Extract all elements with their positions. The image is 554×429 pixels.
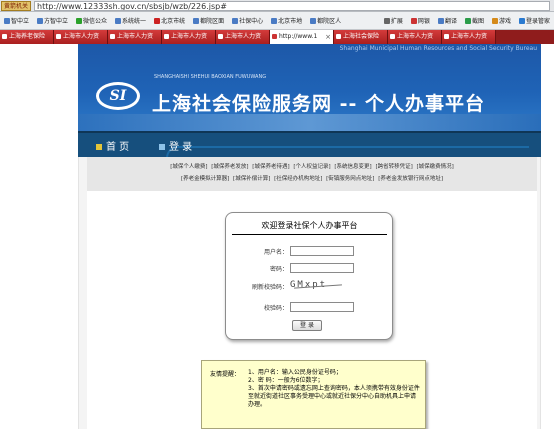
- password-input[interactable]: [290, 263, 354, 273]
- bookmark-icon: [115, 17, 122, 24]
- tab-label: http://www.1: [279, 33, 318, 40]
- verify-label: 校验码：: [263, 304, 288, 312]
- right-gutter: [537, 157, 541, 429]
- browser-tab[interactable]: 上海社会保险: [334, 30, 388, 44]
- grid-icon: [383, 17, 390, 24]
- si-logo: SI: [96, 82, 140, 110]
- quick-links: [城保个人缴费] [城保养老发放] [城保养老待遇] [个人权益记录] [系统信…: [87, 157, 537, 191]
- bookmark-icon: [154, 17, 161, 24]
- url-input[interactable]: http://www.12333sh.gov.cn/sbsjb/wzb/226.…: [34, 0, 550, 11]
- quick-link[interactable]: [养老金发放银行网点地址]: [378, 176, 443, 182]
- extensions-button[interactable]: 扩展: [380, 16, 407, 25]
- toolbar-right: 扩展 网银 翻译 截图 游戏 登录管家: [380, 16, 554, 25]
- tips-box: 友情提醒： 1、用户名：输入公民身份证号码； 2、密 码：一般为6位数字； 3、…: [201, 360, 426, 429]
- banner-title: 上海社会保险服务网 -- 个人办事平台: [152, 93, 486, 115]
- scissors-icon: [464, 17, 471, 24]
- bookmark-icon: [4, 17, 10, 24]
- verify-row: 校验码：: [226, 302, 354, 312]
- username-row: 用户名：: [226, 246, 354, 256]
- banner-pinyin: SHANGHAISHI SHEHUI BAOXIAN FUWUWANG: [154, 74, 267, 80]
- gamepad-icon: [491, 17, 498, 24]
- browser-tab[interactable]: 上海市人力资: [54, 30, 108, 44]
- site-banner: Shanghai Municipal Human Resources and S…: [78, 44, 541, 131]
- square-icon: [159, 144, 165, 150]
- captcha-row: 刷新校验码： GMxpt: [226, 280, 352, 292]
- favorite-item[interactable]: 微信公众: [72, 16, 111, 25]
- bank-icon: [410, 17, 417, 24]
- quick-link[interactable]: [养老金模拟计算器]: [181, 176, 229, 182]
- bookmark-icon: [310, 17, 317, 24]
- password-row: 密码：: [226, 263, 354, 273]
- banner-english-title: Shanghai Municipal Human Resources and S…: [339, 45, 537, 52]
- close-icon[interactable]: ×: [325, 30, 331, 44]
- login-button[interactable]: 登 录: [292, 320, 322, 331]
- tips-label: 友情提醒：: [210, 371, 241, 378]
- favorite-item[interactable]: 社保中心: [228, 16, 267, 25]
- quick-link[interactable]: [城保个人缴费]: [170, 164, 207, 170]
- browser-tab-active[interactable]: http://www.1 ×: [270, 30, 334, 44]
- login-manager-button[interactable]: 登录管家: [515, 16, 554, 25]
- favorite-item[interactable]: 北京市地: [267, 16, 306, 25]
- city-skyline: [78, 114, 541, 131]
- tip-line: 2、密 码：一般为6位数字；: [248, 377, 324, 384]
- password-label: 密码：: [269, 265, 288, 273]
- favorite-item[interactable]: 都院区面: [189, 16, 228, 25]
- security-badge[interactable]: 黄箭机关: [1, 0, 32, 11]
- quick-link[interactable]: [城保补偿计算]: [233, 176, 270, 182]
- quick-link[interactable]: [城保缴费情况]: [416, 164, 453, 170]
- translate-button[interactable]: 翻译: [434, 16, 461, 25]
- browser-tab[interactable]: 上海养老保险: [0, 30, 54, 44]
- quick-link[interactable]: [个人权益记录]: [293, 164, 330, 170]
- bookmark-icon: [271, 17, 278, 24]
- browser-tab[interactable]: 上海市人力资: [388, 30, 442, 44]
- quick-links-row: [城保个人缴费] [城保养老发放] [城保养老待遇] [个人权益记录] [系统信…: [87, 161, 537, 173]
- wechat-icon: [76, 17, 83, 24]
- user-icon: [518, 17, 525, 24]
- bookmark-icon: [193, 17, 200, 24]
- favorite-item[interactable]: 系统统一: [111, 16, 150, 25]
- bank-button[interactable]: 网银: [407, 16, 434, 25]
- favorite-item[interactable]: 智中立: [0, 16, 33, 25]
- username-input[interactable]: [290, 246, 354, 256]
- main-nav: 首 页 登 录: [78, 131, 541, 159]
- games-button[interactable]: 游戏: [488, 16, 515, 25]
- quick-link[interactable]: [城保养老发放]: [211, 164, 248, 170]
- login-heading: 欢迎登录社保个人办事平台: [232, 220, 387, 235]
- quick-link[interactable]: [街镇服务网点地址]: [326, 176, 374, 182]
- quick-link[interactable]: [系统信息变更]: [334, 164, 371, 170]
- nav-login-label: 登 录: [169, 142, 193, 153]
- square-icon: [96, 144, 102, 150]
- quick-links-row: [养老金模拟计算器] [城保补偿计算] [社保经办机构地址] [街镇服务网点地址…: [87, 173, 537, 185]
- browser-tab[interactable]: 上海市人力资: [108, 30, 162, 44]
- tip-line: 1、用户名：输入公民身份证号码；: [248, 369, 342, 376]
- browser-tab[interactable]: 上海市人力资: [216, 30, 270, 44]
- quick-link[interactable]: [社保经办机构地址]: [274, 176, 322, 182]
- address-bar: 黄箭机关 http://www.12333sh.gov.cn/sbsjb/wzb…: [0, 0, 554, 12]
- nav-home[interactable]: 首 页: [96, 138, 129, 153]
- nav-login[interactable]: 登 录: [159, 138, 192, 153]
- left-gutter: [78, 157, 87, 429]
- browser-tab[interactable]: 上海市人力资: [442, 30, 496, 44]
- favorite-item[interactable]: 北京市统: [150, 16, 189, 25]
- tab-strip: 上海养老保险 上海市人力资 上海市人力资 上海市人力资 上海市人力资 http:…: [0, 30, 554, 44]
- quick-link[interactable]: [城保养老待遇]: [252, 164, 289, 170]
- favorite-item[interactable]: 方智中立: [33, 16, 72, 25]
- translate-icon: [437, 17, 444, 24]
- bookmark-icon: [37, 17, 44, 24]
- bookmark-icon: [232, 17, 239, 24]
- tips-lines: 1、用户名：输入公民身份证号码； 2、密 码：一般为6位数字； 3、首次申请密码…: [248, 369, 420, 409]
- quick-link[interactable]: [跨省转移凭证]: [375, 164, 412, 170]
- nav-home-label: 首 页: [106, 142, 130, 153]
- favorites-bar: 智中立 方智中立 微信公众 系统统一 北京市统 都院区面 社保中心 北京市地 都…: [0, 12, 554, 30]
- browser-tab[interactable]: 上海市人力资: [162, 30, 216, 44]
- username-label: 用户名：: [263, 248, 288, 256]
- tip-line: 3、首次申请密码或遗忘网上查询密码，本人须携带有效身份证件至就近街道社区事务受理…: [248, 385, 420, 408]
- refresh-captcha-label[interactable]: 刷新校验码：: [226, 282, 290, 291]
- login-panel: 欢迎登录社保个人办事平台 用户名： 密码： 刷新校验码： GMxpt 校验码： …: [225, 212, 393, 340]
- screenshot-button[interactable]: 截图: [461, 16, 488, 25]
- favorite-item[interactable]: 都院区人: [306, 16, 345, 25]
- captcha-image[interactable]: GMxpt: [290, 280, 352, 292]
- verify-code-input[interactable]: [290, 302, 354, 312]
